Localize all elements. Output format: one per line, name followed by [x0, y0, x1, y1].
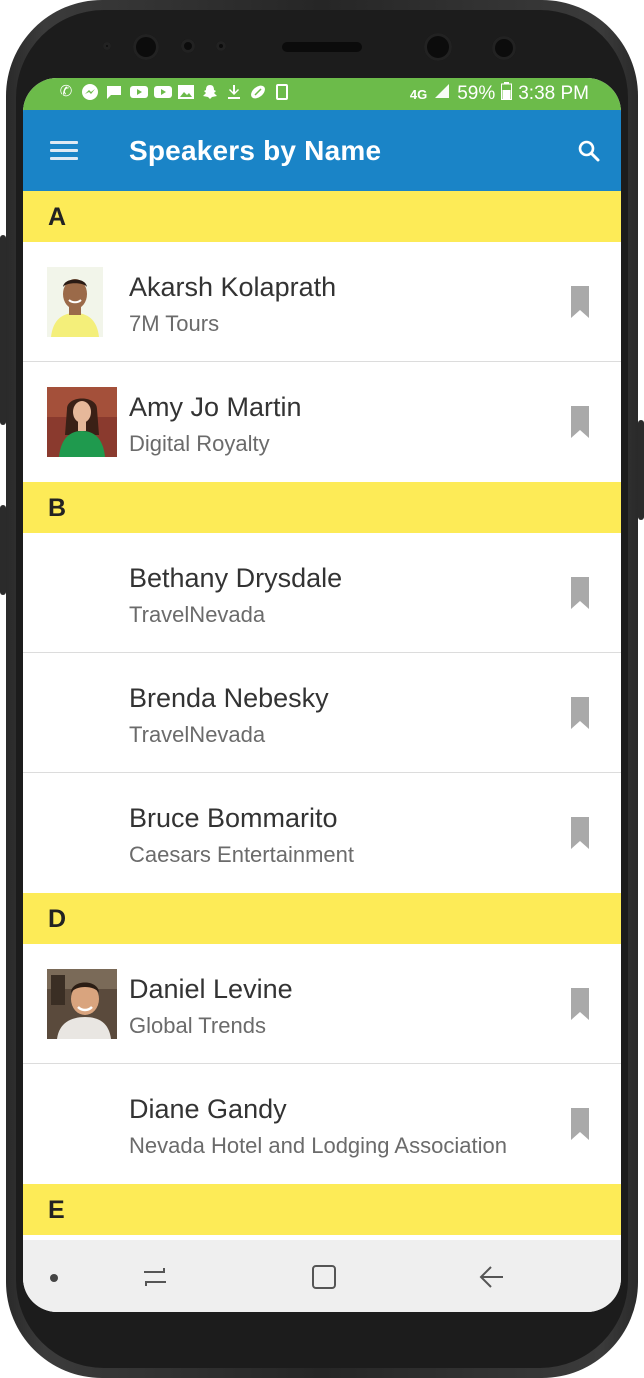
image-icon: [177, 83, 195, 101]
search-icon[interactable]: [577, 139, 601, 163]
section-letter: B: [48, 494, 67, 522]
bookmark-icon[interactable]: [571, 577, 589, 609]
bookmark-icon[interactable]: [571, 286, 589, 318]
speaker-name: Bethany Drysdale: [129, 563, 343, 593]
system-nav-bar: [23, 1240, 621, 1312]
power-button: [638, 420, 644, 520]
speaker-row[interactable]: Bruce Bommarito Caesars Entertainment: [23, 773, 621, 893]
section-header-a: A: [23, 191, 621, 242]
speaker-row[interactable]: Bethany Drysdale TravelNevada: [23, 533, 621, 653]
section-header-e: E: [23, 1184, 621, 1235]
system-status: 4G 59% 3:38 PM: [410, 82, 589, 106]
speaker-name: Amy Jo Martin: [129, 392, 302, 422]
bookmark-icon[interactable]: [571, 817, 589, 849]
speaker-company: Caesars Entertainment: [129, 842, 354, 867]
recent-apps-icon[interactable]: [142, 1264, 168, 1290]
iris-sensor-icon: [492, 36, 516, 60]
speaker-avatar: [47, 267, 117, 337]
section-letter: D: [48, 905, 67, 933]
speaker-row[interactable]: Akarsh Kolaprath 7M Tours: [23, 242, 621, 362]
speaker-name: Daniel Levine: [129, 974, 293, 1004]
back-icon[interactable]: [479, 1264, 505, 1290]
speaker-company: Global Trends: [129, 1013, 266, 1038]
speaker-company: Nevada Hotel and Lodging Association: [129, 1133, 507, 1158]
youtube-icon: [129, 83, 148, 101]
iris-camera-icon: [424, 33, 452, 61]
status-bar: ✆ 4G 59% 3:38 PM: [23, 78, 621, 110]
battery-icon: [501, 82, 513, 106]
speaker-row[interactable]: Amy Jo Martin Digital Royalty: [23, 362, 621, 482]
section-header-b: B: [23, 482, 621, 533]
messenger-icon: [81, 83, 99, 101]
front-camera-icon: [133, 34, 159, 60]
speaker-name: Bruce Bommarito: [129, 803, 338, 833]
screen: ✆ 4G 59% 3:38 PM Speakers by Name A Akar…: [23, 78, 621, 1312]
home-icon[interactable]: [311, 1264, 337, 1290]
message-icon: [105, 83, 123, 101]
page-title: Speakers by Name: [129, 135, 382, 166]
bookmark-icon[interactable]: [571, 1108, 589, 1140]
section-letter: A: [48, 203, 67, 231]
speaker-company: TravelNevada: [129, 602, 266, 627]
signal-icon: [433, 83, 451, 105]
download-icon: [225, 83, 243, 101]
phone-icon: ✆: [59, 83, 73, 100]
speaker-avatar: [47, 387, 117, 457]
hamburger-menu-icon[interactable]: [50, 141, 78, 161]
speaker-row[interactable]: Daniel Levine Global Trends: [23, 944, 621, 1064]
section-header-d: D: [23, 893, 621, 944]
earpiece-speaker: [282, 42, 362, 52]
speaker-row[interactable]: Diane Gandy Nevada Hotel and Lodging Ass…: [23, 1064, 621, 1184]
sensor-icon: [216, 41, 226, 51]
nav-dot-icon: [50, 1274, 58, 1282]
youtube-icon: [153, 83, 172, 101]
sensor-icon: [103, 42, 111, 50]
speaker-company: TravelNevada: [129, 722, 266, 747]
section-letter: E: [48, 1196, 65, 1224]
speaker-list: A Akarsh Kolaprath 7M Tours Amy Jo Marti…: [23, 191, 621, 1235]
speaker-name: Diane Gandy: [129, 1094, 287, 1124]
speaker-company: 7M Tours: [129, 311, 220, 336]
football-icon: [249, 83, 267, 101]
snapchat-icon: [201, 83, 219, 101]
notification-icons: ✆: [57, 83, 291, 101]
speaker-row[interactable]: Brenda Nebesky TravelNevada: [23, 653, 621, 773]
volume-button: [0, 235, 6, 425]
speaker-name: Brenda Nebesky: [129, 683, 329, 713]
battery-level: 59%: [457, 83, 496, 104]
speaker-name: Akarsh Kolaprath: [129, 272, 337, 302]
network-type: 4G: [409, 86, 428, 102]
clock: 3:38 PM: [518, 83, 589, 104]
bixby-button: [0, 505, 6, 595]
sensor-icon: [181, 39, 195, 53]
speaker-company: Digital Royalty: [129, 431, 270, 456]
bookmark-icon[interactable]: [571, 697, 589, 729]
device-icon: [273, 83, 291, 101]
bookmark-icon[interactable]: [571, 988, 589, 1020]
speaker-avatar: [47, 969, 117, 1039]
app-bar: Speakers by Name: [23, 110, 621, 191]
bookmark-icon[interactable]: [571, 406, 589, 438]
